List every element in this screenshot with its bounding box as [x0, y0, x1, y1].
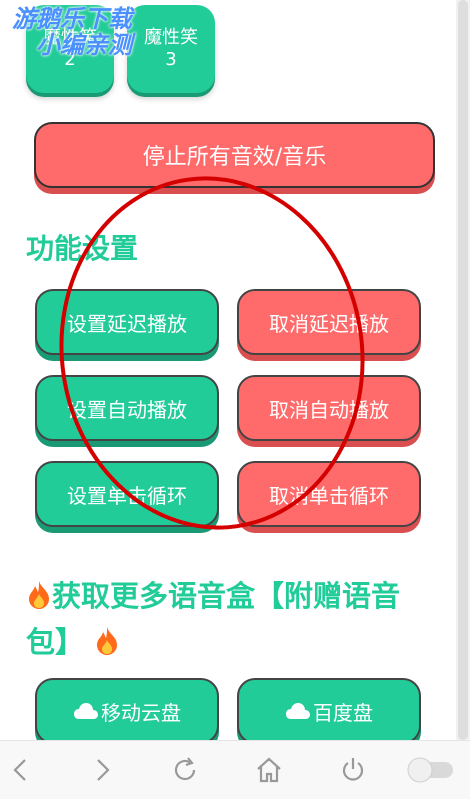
watermark-line-1: 游鹅乐下载 [12, 5, 132, 33]
scrollbar-track[interactable] [456, 0, 470, 740]
home-icon[interactable] [254, 755, 284, 785]
sound-button-2[interactable]: 魔性笑 3 [127, 5, 215, 93]
watermark-line-2: 小编亲测 [36, 31, 132, 59]
cloud-icon [74, 703, 98, 719]
baidu-pan-button[interactable]: 百度盘 [237, 678, 421, 744]
watermark: 游鹅乐下载 小编亲测 [12, 6, 132, 58]
set-delay-play-button[interactable]: 设置延迟播放 [35, 289, 219, 355]
back-icon[interactable] [6, 755, 36, 785]
power-icon[interactable] [338, 755, 368, 785]
more-voice-box-title: 获取更多语音盒【附赠语音包】 [26, 573, 426, 665]
forward-icon[interactable] [87, 755, 117, 785]
refresh-icon[interactable] [170, 755, 200, 785]
scrollbar-thumb[interactable] [458, 0, 468, 740]
mobile-cloud-button[interactable]: 移动云盘 [35, 678, 219, 744]
toggle-switch[interactable] [405, 755, 457, 785]
cancel-delay-play-button[interactable]: 取消延迟播放 [237, 289, 421, 355]
stop-all-button[interactable]: 停止所有音效/音乐 [34, 122, 435, 188]
settings-title: 功能设置 [26, 232, 139, 265]
set-auto-play-button[interactable]: 设置自动播放 [35, 375, 219, 441]
set-click-loop-button[interactable]: 设置单击循环 [35, 461, 219, 527]
fire-icon [26, 573, 52, 619]
browser-bottom-bar [0, 740, 470, 799]
sound-label: 魔性笑 [144, 27, 198, 48]
baidu-pan-label: 百度盘 [313, 700, 373, 725]
cancel-click-loop-button[interactable]: 取消单击循环 [237, 461, 421, 527]
cancel-auto-play-button[interactable]: 取消自动播放 [237, 375, 421, 441]
more-title-text: 获取更多语音盒【附赠语音包】 [26, 579, 401, 659]
cloud-icon [286, 703, 310, 719]
mobile-cloud-label: 移动云盘 [101, 700, 181, 725]
fire-icon [94, 619, 120, 665]
sound-number: 3 [165, 49, 177, 70]
